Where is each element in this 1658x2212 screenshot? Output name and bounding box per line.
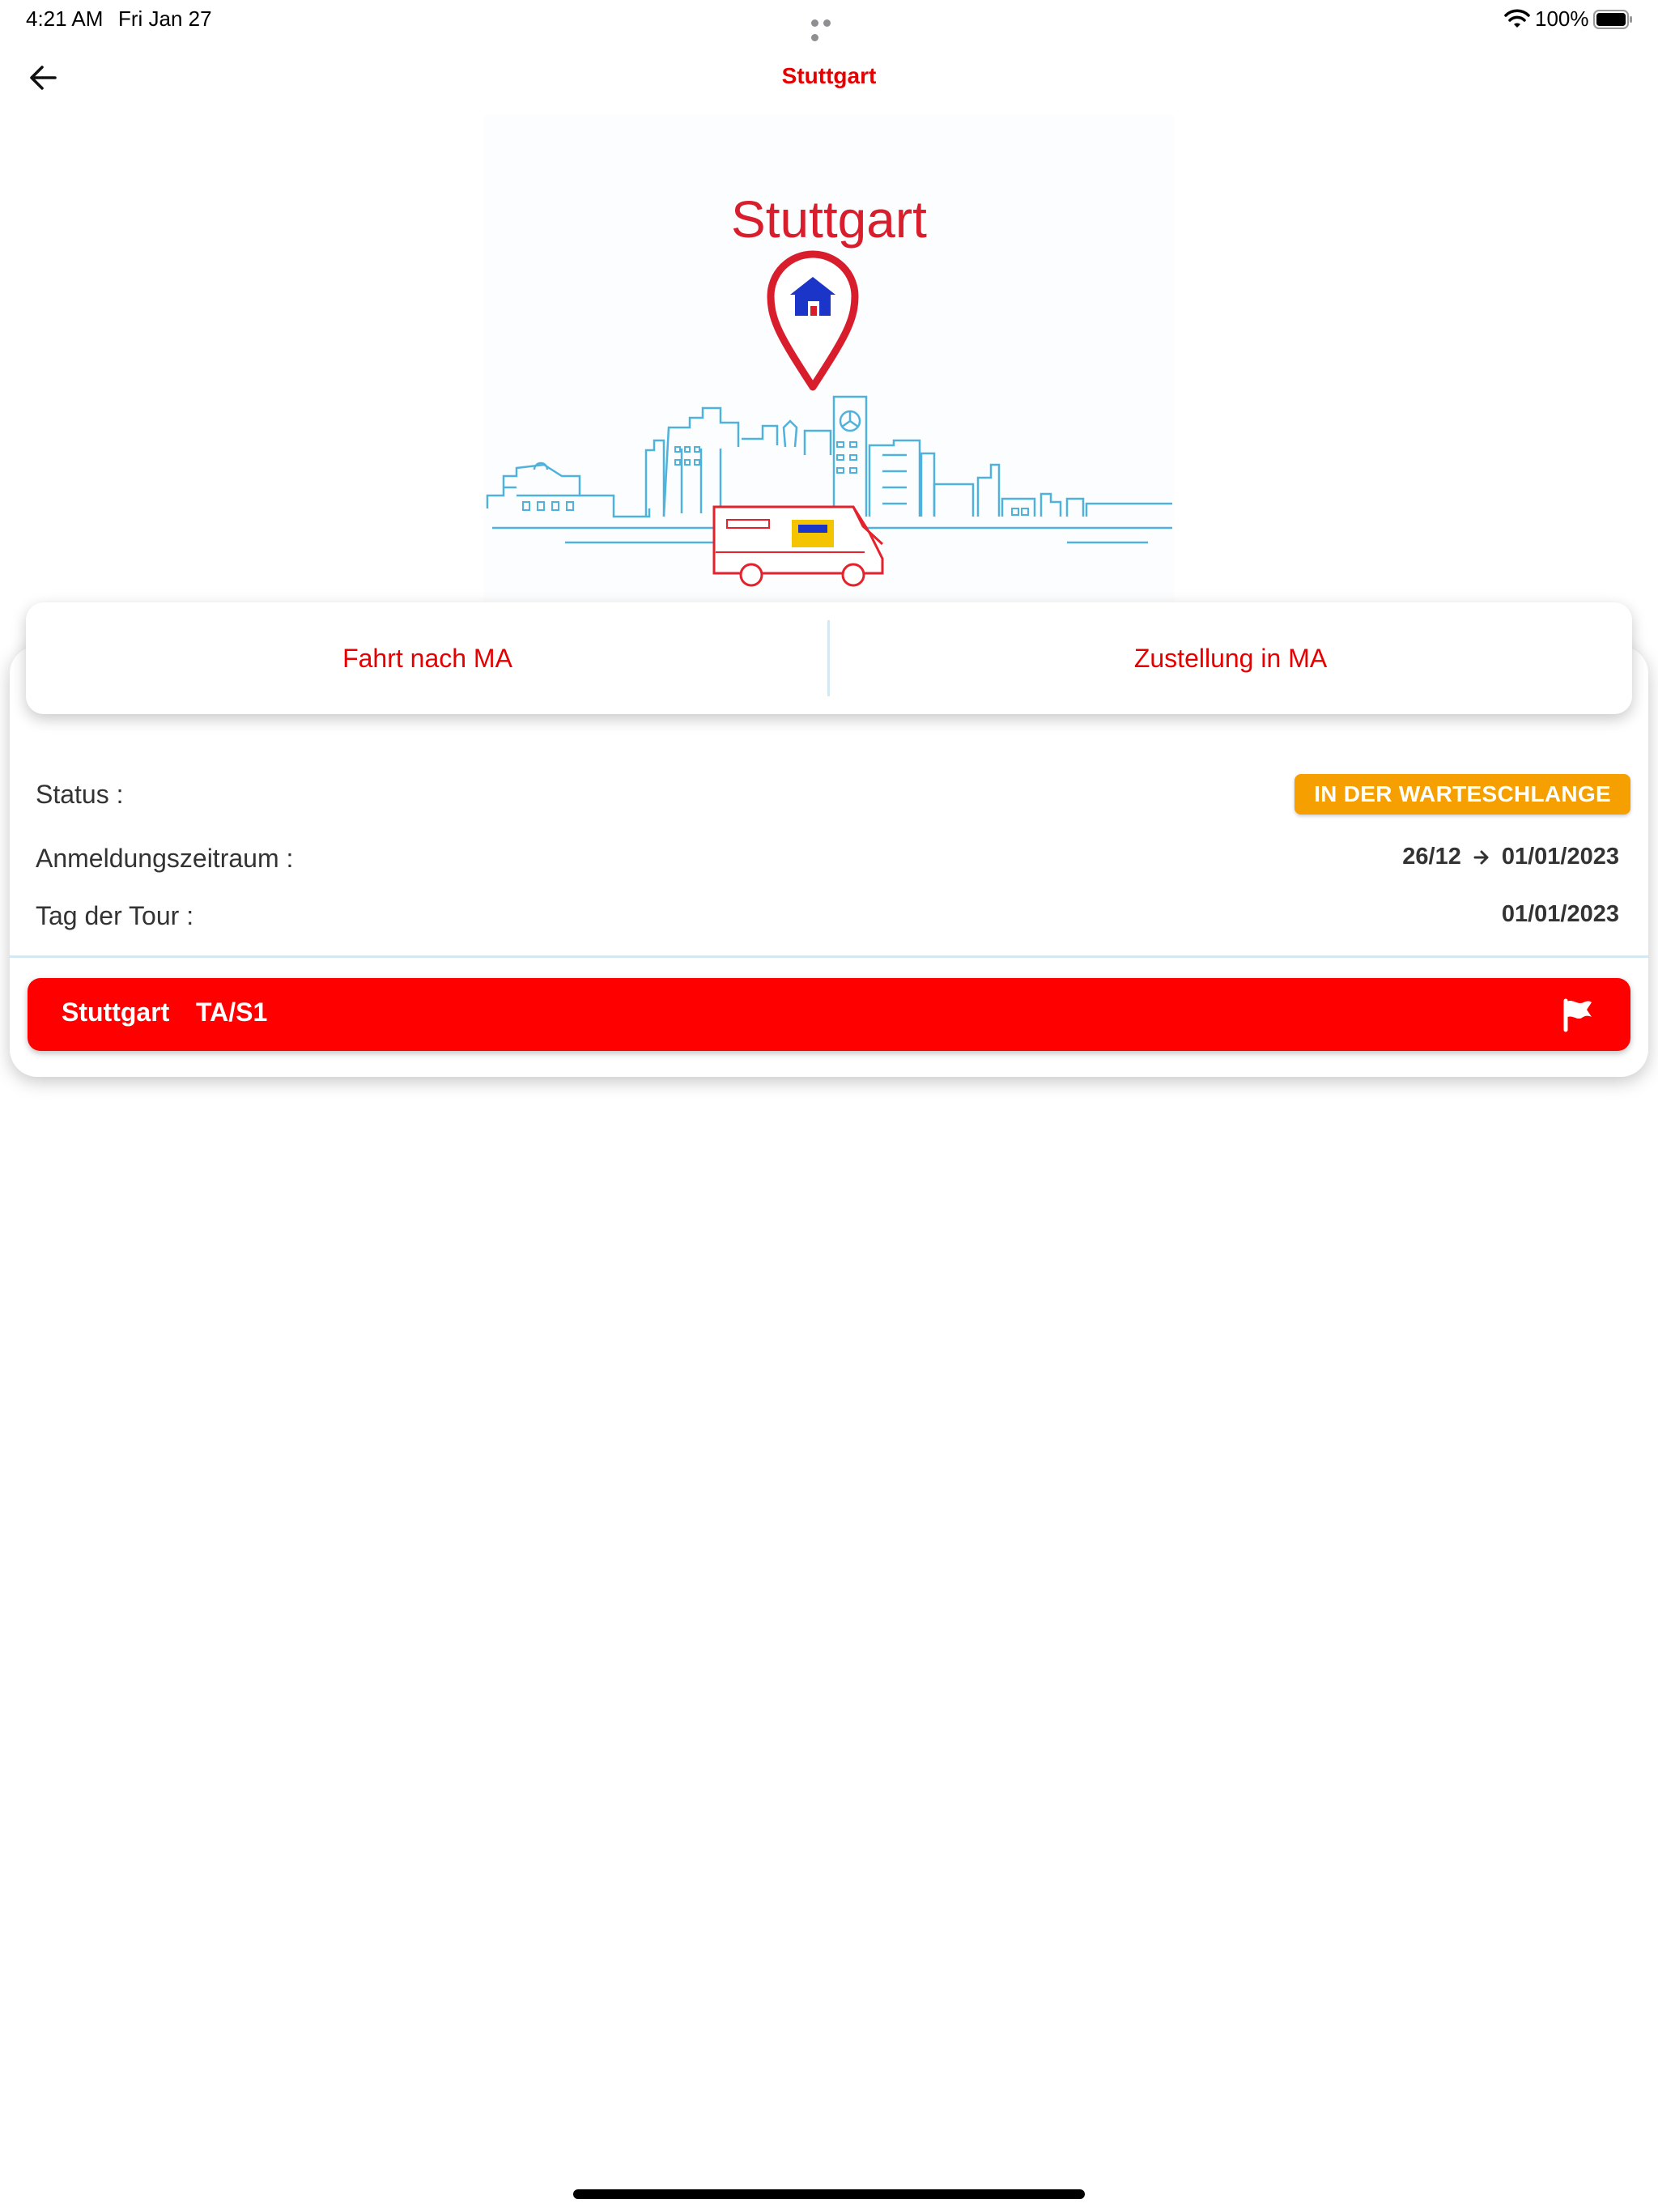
status-time: 4:21 AM: [26, 6, 104, 31]
multitasking-dots-icon[interactable]: [811, 16, 847, 41]
tab-bar: Fahrt nach MA Zustellung in MA: [26, 602, 1632, 714]
period-label: Anmeldungszeitraum :: [36, 844, 294, 873]
nav-title: Stuttgart: [781, 63, 877, 88]
tour-code: TA/S1: [196, 998, 268, 1027]
status-bar: 4:21 AM Fri Jan 27 100%: [0, 0, 1658, 41]
period-value: 26/12 01/01/2023: [1402, 844, 1619, 870]
period-to: 01/01/2023: [1501, 844, 1619, 870]
wifi-icon: [1504, 9, 1530, 28]
city-skyline-illustration: [484, 115, 1174, 601]
divider: [10, 955, 1648, 958]
status-date: Fri Jan 27: [118, 6, 212, 31]
home-indicator[interactable]: [573, 2189, 1085, 2199]
tour-day-value: 01/01/2023: [1501, 901, 1619, 927]
flag-icon: [1563, 998, 1592, 1032]
tour-day-label: Tag der Tour :: [36, 901, 194, 930]
tour-city: Stuttgart: [62, 998, 170, 1027]
tab-zustellung-in-ma[interactable]: Zustellung in MA: [829, 602, 1632, 714]
battery-percent: 100%: [1535, 6, 1589, 31]
tab-fahrt-nach-ma[interactable]: Fahrt nach MA: [26, 602, 829, 714]
tour-button[interactable]: Stuttgart TA/S1: [28, 978, 1630, 1051]
battery-icon: [1593, 10, 1632, 29]
status-badge: IN DER WARTESCHLANGE: [1295, 774, 1630, 815]
hero-title: Stuttgart: [731, 190, 927, 249]
period-from: 26/12: [1402, 844, 1461, 870]
hero-illustration: Stuttgart: [484, 115, 1174, 601]
arrow-right-icon: [1473, 850, 1489, 865]
status-label: Status :: [36, 780, 124, 809]
delivery-van-illustration: [712, 505, 884, 587]
